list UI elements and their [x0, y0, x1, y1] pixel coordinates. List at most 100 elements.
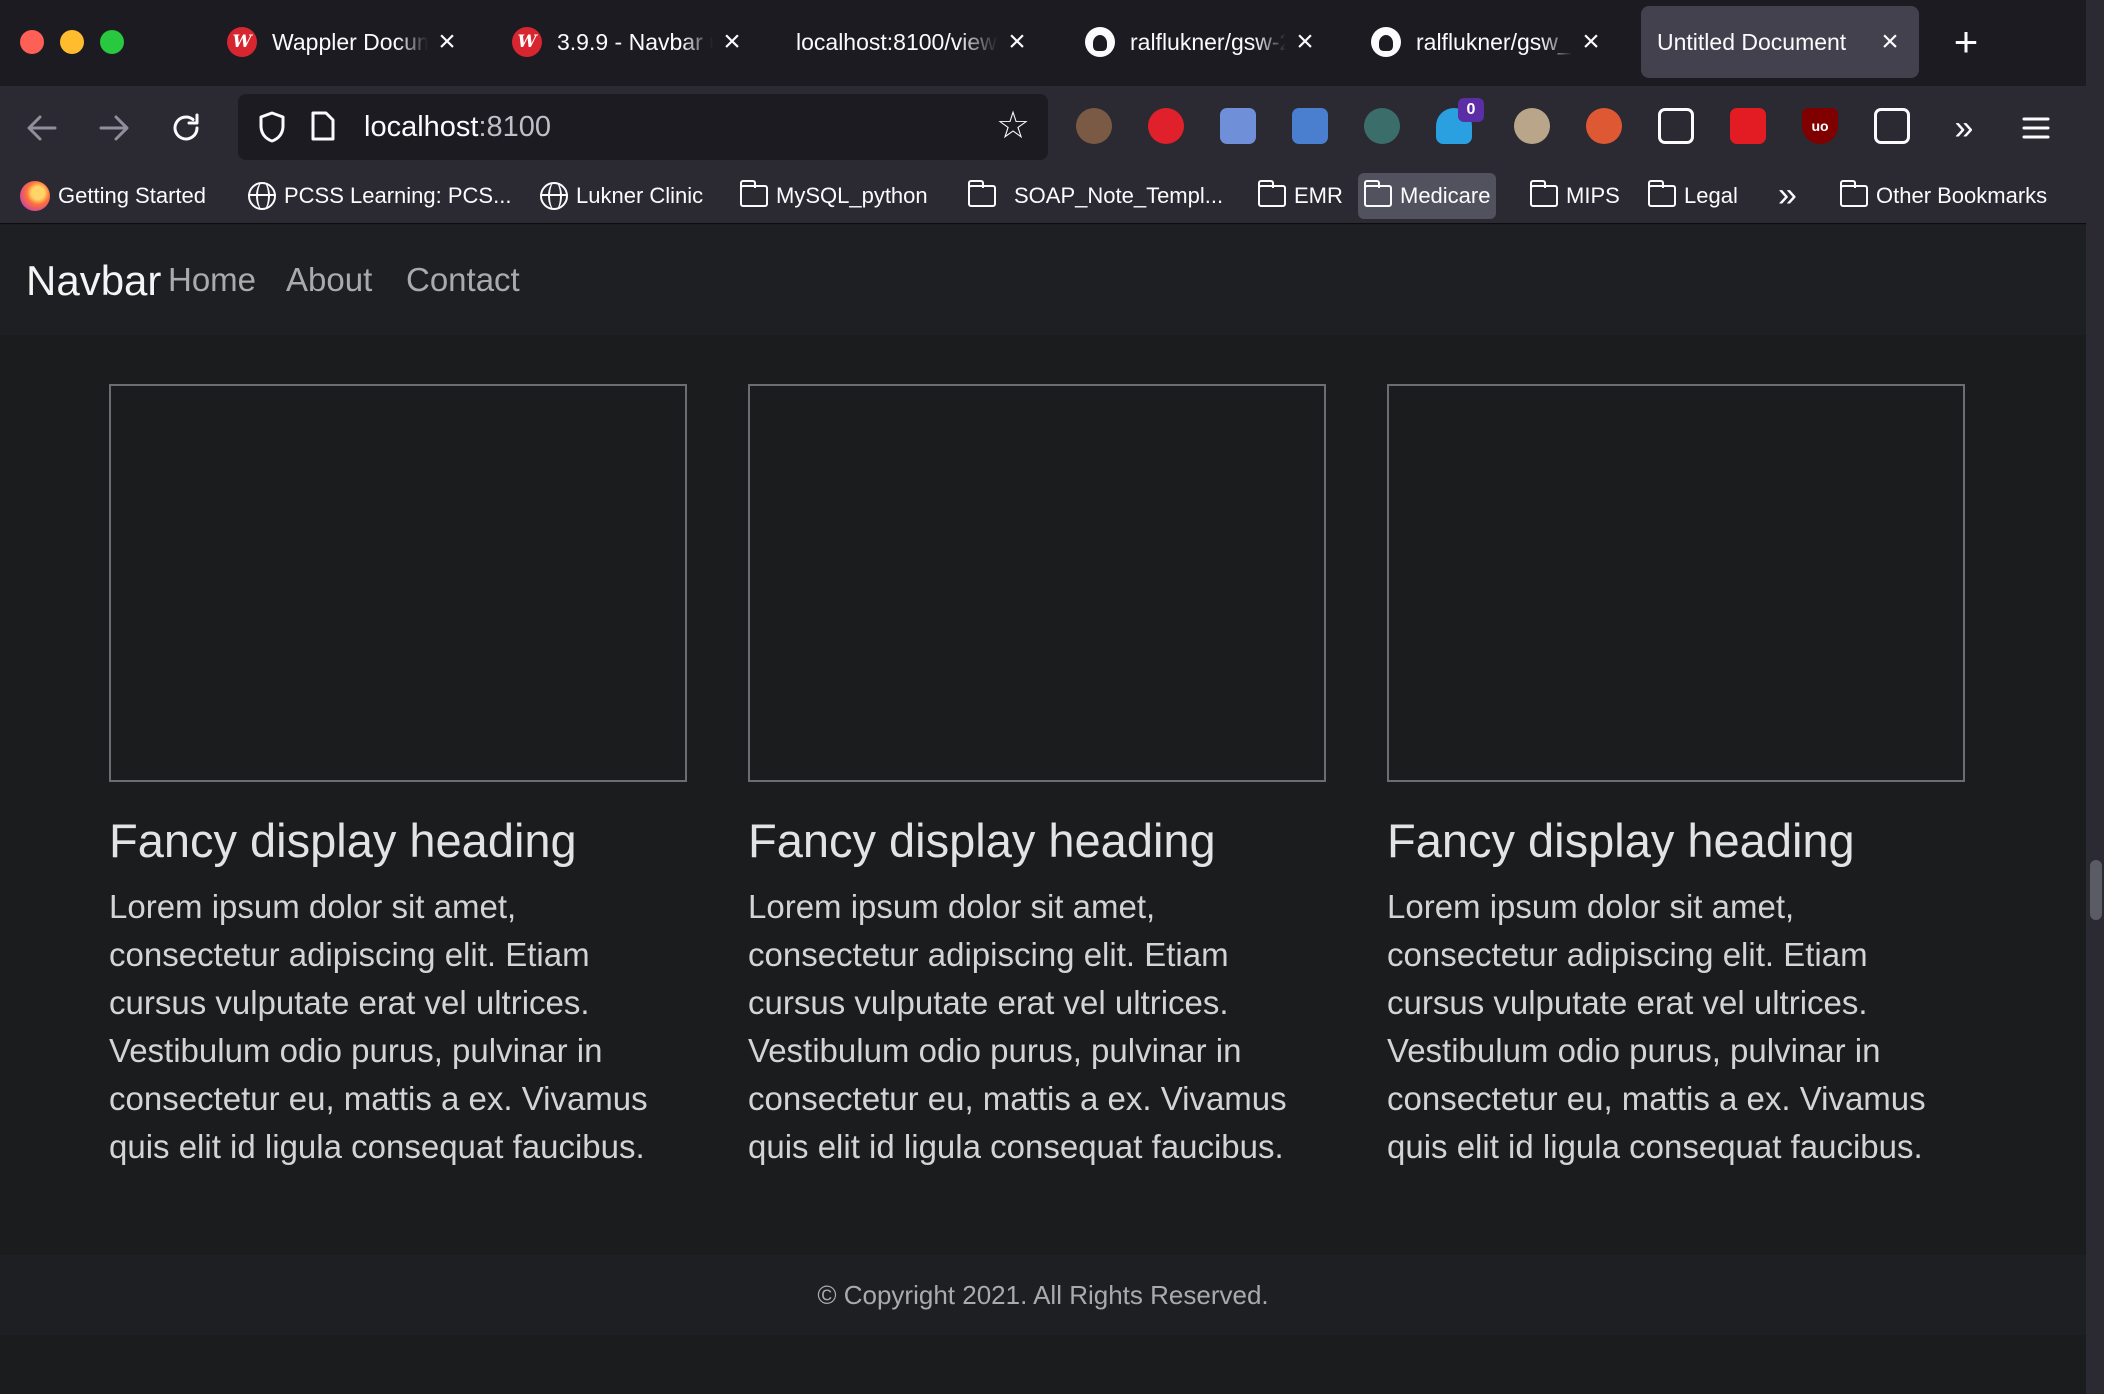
github-icon: [1084, 26, 1116, 58]
tab-title: Untitled Document: [1657, 28, 1847, 55]
ribbon-extension-icon[interactable]: [1292, 108, 1328, 144]
tab-title: ralflukner/gsw-2: [1130, 28, 1286, 55]
close-tab-icon[interactable]: ×: [1004, 27, 1030, 57]
feature-card: Fancy display heading Lorem ipsum dolor …: [1387, 384, 1965, 1171]
wappler-icon: W: [511, 26, 543, 58]
folder-icon: [967, 180, 996, 207]
magic-wand-extension-icon[interactable]: [1730, 108, 1766, 144]
tab-title: ralflukner/gsw_2: [1416, 28, 1572, 55]
bookmark-pcss-learning[interactable]: PCSS Learning: PCS...: [242, 173, 517, 219]
card-text: Lorem ipsum dolor sit amet, consectetur …: [109, 888, 648, 1165]
copyright-text: © Copyright 2021. All Rights Reserved.: [817, 1279, 1269, 1310]
feature-card: Fancy display heading Lorem ipsum dolor …: [748, 384, 1326, 1171]
bookmark-getting-started[interactable]: Getting Started: [14, 173, 212, 219]
github-icon: [1370, 26, 1402, 58]
bookmark-label: Lukner Clinic: [576, 183, 704, 208]
navigation-toolbar: localhost:8100 ☆ 0 uo »: [0, 86, 2086, 168]
bookmark-folder-soap-note[interactable]: SOAP_Note_Templ...: [962, 173, 1229, 219]
card-heading: Fancy display heading: [748, 814, 1216, 867]
bookmark-label: Getting Started: [58, 183, 206, 208]
bookmark-label: MySQL_python: [776, 183, 928, 208]
tab-github-gsw_2[interactable]: ralflukner/gsw_2 ×: [1354, 6, 1620, 78]
bookmark-label: Medicare: [1400, 183, 1491, 208]
extension-badge: 0: [1458, 98, 1484, 122]
bookmark-extension-icon[interactable]: [1220, 108, 1256, 144]
more-extensions-icon[interactable]: »: [1936, 100, 1992, 156]
tab-strip: W Wappler Documentation × W 3.9.9 - Navb…: [0, 0, 2086, 86]
tab-localhost-views[interactable]: localhost:8100/views ×: [780, 6, 1046, 78]
arrow-right-icon: [99, 115, 129, 141]
tab-title: 3.9.9 - Navbar ui: [557, 28, 713, 55]
close-tab-icon[interactable]: ×: [1292, 27, 1318, 57]
folder-icon: [1529, 180, 1558, 207]
profile-avatar-icon[interactable]: [1076, 108, 1112, 144]
tab-github-gsw-2[interactable]: ralflukner/gsw-2 ×: [1068, 6, 1334, 78]
nav-link-contact[interactable]: Contact: [406, 261, 520, 299]
card-text: Lorem ipsum dolor sit amet, consectetur …: [1387, 888, 1926, 1165]
minimize-window-button[interactable]: [60, 30, 84, 54]
bookmark-folder-legal[interactable]: Legal: [1642, 173, 1744, 219]
raccoon-extension-icon[interactable]: [1514, 108, 1550, 144]
scrollbar-thumb[interactable]: [2090, 860, 2102, 920]
globe-icon: [248, 182, 276, 210]
ublock-extension-icon[interactable]: uo: [1802, 108, 1838, 144]
close-tab-icon[interactable]: ×: [434, 27, 460, 57]
zoom-window-button[interactable]: [100, 30, 124, 54]
folder-icon: [1839, 180, 1868, 207]
bookmark-folder-other-bookmarks[interactable]: Other Bookmarks: [1834, 173, 2053, 219]
back-button[interactable]: [14, 100, 70, 156]
close-tab-icon[interactable]: ×: [1578, 27, 1604, 57]
folder-icon: [1363, 180, 1392, 207]
bookmarks-toolbar: Getting Started PCSS Learning: PCS... Lu…: [0, 168, 2086, 224]
bookmark-lukner-clinic[interactable]: Lukner Clinic: [534, 173, 709, 219]
bookmark-label: MIPS: [1566, 183, 1620, 208]
forward-button[interactable]: [86, 100, 142, 156]
owl-extension-icon[interactable]: [1364, 108, 1400, 144]
image-placeholder: [748, 384, 1326, 782]
image-placeholder: [109, 384, 687, 782]
more-bookmarks-icon[interactable]: »: [1778, 176, 1797, 215]
url-text[interactable]: localhost:8100: [364, 111, 551, 144]
card-text: Lorem ipsum dolor sit amet, consectetur …: [748, 888, 1287, 1165]
tab-wappler-documentation[interactable]: W Wappler Documentation ×: [210, 6, 476, 78]
reload-button[interactable]: [158, 100, 214, 156]
card-heading: Fancy display heading: [1387, 814, 1855, 867]
tab-navbar-ui[interactable]: W 3.9.9 - Navbar ui ×: [495, 6, 761, 78]
bookmark-label: Legal: [1684, 183, 1738, 208]
window-edge: [2086, 0, 2104, 1394]
close-window-button[interactable]: [20, 30, 44, 54]
tab-manager-extension-icon[interactable]: [1658, 108, 1694, 144]
lastpass-extension-icon[interactable]: [1148, 108, 1184, 144]
shield-icon[interactable]: [256, 110, 288, 144]
url-bar[interactable]: localhost:8100 ☆: [238, 94, 1048, 160]
navbar-brand[interactable]: Navbar: [26, 257, 161, 305]
new-tab-button[interactable]: +: [1946, 20, 1986, 66]
bookmark-label: PCSS Learning: PCS...: [284, 183, 512, 208]
site-navbar: Navbar Home About Contact: [0, 225, 2086, 335]
close-tab-icon[interactable]: ×: [719, 27, 745, 57]
feature-card: Fancy display heading Lorem ipsum dolor …: [109, 384, 687, 1171]
bookmark-folder-mips[interactable]: MIPS: [1524, 173, 1626, 219]
close-tab-icon[interactable]: ×: [1877, 27, 1903, 57]
tab-title: localhost:8100/views: [796, 28, 998, 55]
url-host: localhost: [364, 111, 479, 143]
arrow-left-icon: [27, 115, 57, 141]
bookmark-label: Other Bookmarks: [1876, 183, 2048, 208]
tab-untitled-document[interactable]: Untitled Document ×: [1641, 6, 1919, 78]
image-placeholder: [1387, 384, 1965, 782]
url-port: :8100: [478, 111, 552, 143]
app-menu-button[interactable]: [2008, 100, 2064, 156]
bookmark-star-icon[interactable]: ☆: [996, 106, 1030, 146]
nav-link-home[interactable]: Home: [168, 261, 256, 299]
bookmark-folder-emr[interactable]: EMR: [1252, 173, 1349, 219]
firefox-icon: [20, 181, 50, 211]
nav-link-about[interactable]: About: [286, 261, 372, 299]
site-footer: © Copyright 2021. All Rights Reserved.: [0, 1255, 2086, 1335]
bookmark-folder-mysql-python[interactable]: MySQL_python: [734, 173, 934, 219]
bookmark-folder-medicare[interactable]: Medicare: [1358, 173, 1497, 219]
tab-title: Wappler Documentation: [272, 28, 428, 55]
page-viewport: Navbar Home About Contact Fancy display …: [0, 225, 2086, 1394]
folder-icon: [1257, 180, 1286, 207]
duckduckgo-extension-icon[interactable]: [1586, 108, 1622, 144]
reader-extension-icon[interactable]: [1874, 108, 1910, 144]
